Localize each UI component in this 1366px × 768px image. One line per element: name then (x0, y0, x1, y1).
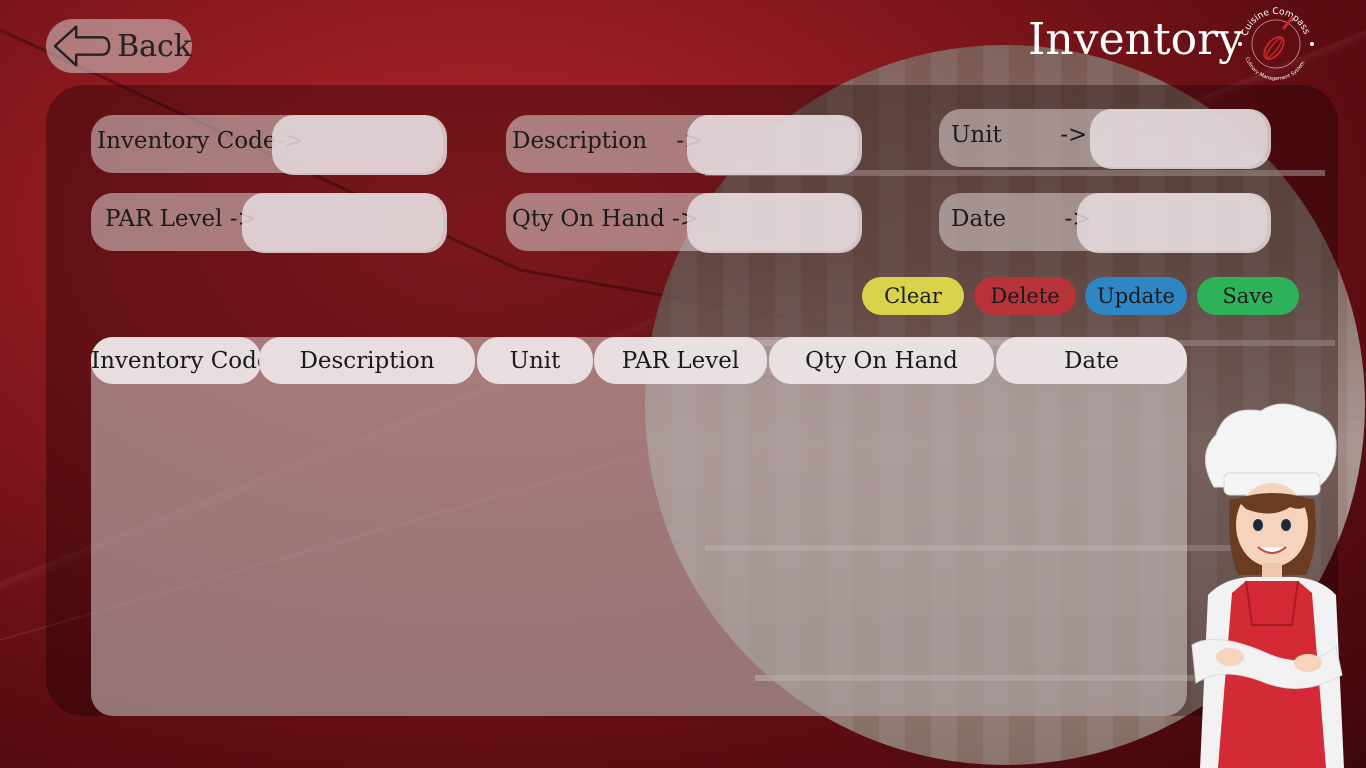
column-header-par-level[interactable]: PAR Level (594, 337, 767, 384)
page-title: Inventory (1028, 14, 1244, 65)
qty-on-hand-label: Qty On Hand -> (512, 206, 700, 232)
arrow-left-icon (53, 25, 111, 67)
par-level-input[interactable] (242, 193, 447, 253)
delete-button[interactable]: Delete (974, 277, 1076, 315)
qty-on-hand-field: Qty On Hand -> (506, 193, 862, 253)
svg-text:Cuisine Compass: Cuisine Compass (1240, 7, 1311, 38)
svg-text:Culinary Management System: Culinary Management System (1244, 56, 1307, 82)
qty-on-hand-input[interactable] (687, 193, 862, 253)
unit-field: Unit -> (939, 109, 1271, 169)
column-header-description[interactable]: Description (259, 337, 475, 384)
column-header-date[interactable]: Date (996, 337, 1187, 384)
chef-illustration (1191, 403, 1344, 768)
date-input[interactable] (1077, 193, 1271, 253)
clear-button[interactable]: Clear (862, 277, 964, 315)
unit-label: Unit -> (951, 122, 1088, 148)
column-header-qty-on-hand[interactable]: Qty On Hand (769, 337, 994, 384)
par-level-field: PAR Level -> (91, 193, 447, 253)
inventory-code-field: Inventory Code-> (91, 115, 447, 175)
unit-input[interactable] (1090, 109, 1271, 169)
inventory-table[interactable] (91, 337, 1187, 716)
inventory-code-input[interactable] (272, 115, 447, 175)
description-field: Description -> (506, 115, 862, 175)
date-field: Date -> (939, 193, 1271, 253)
column-header-unit[interactable]: Unit (477, 337, 593, 384)
description-label: Description -> (512, 128, 704, 154)
back-button[interactable]: Back (46, 19, 192, 73)
column-header-inventory-code[interactable]: Inventory Code (91, 337, 261, 384)
back-label: Back (117, 28, 192, 64)
description-input[interactable] (687, 115, 862, 175)
whisk-icon (1263, 16, 1294, 61)
update-button[interactable]: Update (1085, 277, 1187, 315)
cuisine-compass-logo: Cuisine Compass Culinary Management Syst… (1238, 7, 1314, 82)
par-level-label: PAR Level -> (105, 206, 257, 232)
save-button[interactable]: Save (1197, 277, 1299, 315)
date-label: Date -> (951, 206, 1092, 232)
